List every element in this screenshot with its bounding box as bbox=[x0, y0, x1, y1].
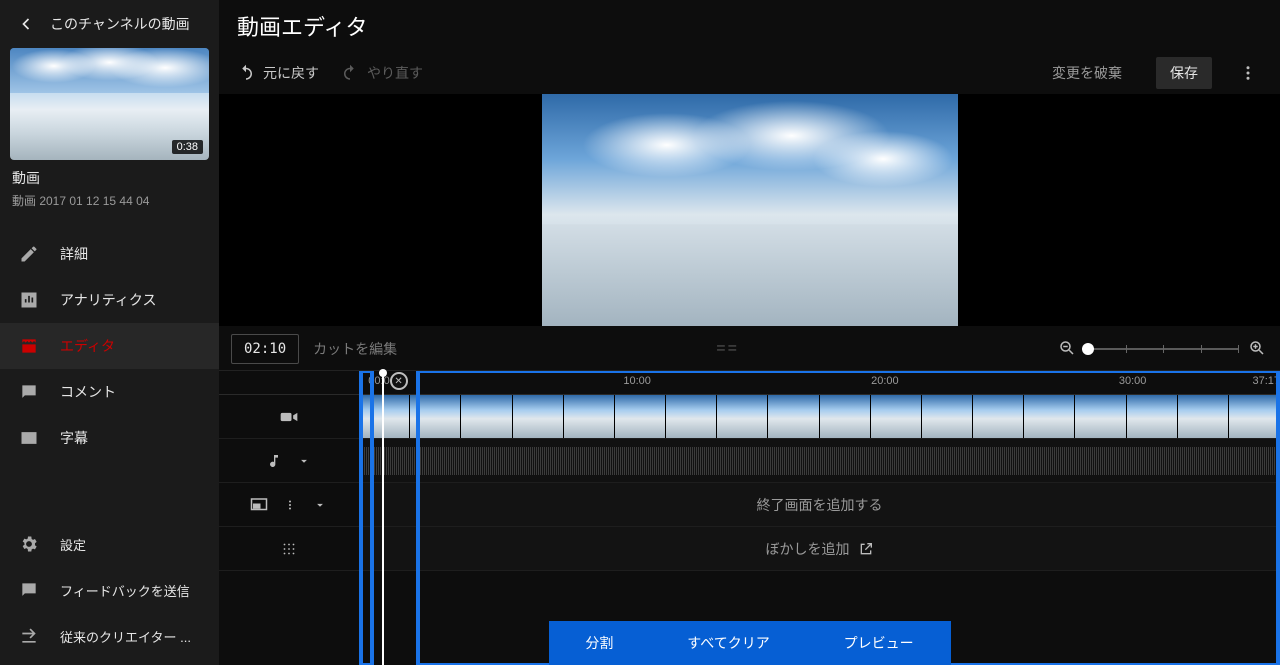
video-name: 動画 2017 01 12 15 44 04 bbox=[12, 192, 207, 209]
chart-icon bbox=[18, 289, 40, 311]
preview-button[interactable]: プレビュー bbox=[828, 633, 930, 653]
clear-all-button[interactable]: すべてクリア bbox=[671, 633, 785, 653]
ruler[interactable]: 00:00 10:00 20:00 30:00 37:17 ✕ bbox=[359, 371, 1280, 395]
action-bar: 分割 すべてクリア プレビュー bbox=[549, 621, 951, 665]
nav-label: アナリティクス bbox=[60, 290, 156, 310]
marker-close-icon[interactable]: ✕ bbox=[390, 372, 408, 390]
zoom-slider[interactable] bbox=[1088, 348, 1238, 350]
comment-icon bbox=[18, 381, 40, 403]
zoom-in-icon[interactable] bbox=[1248, 339, 1268, 359]
preview-stage bbox=[219, 94, 1280, 326]
gear-icon bbox=[18, 533, 40, 555]
split-button[interactable]: 分割 bbox=[569, 633, 629, 653]
feedback-icon bbox=[18, 579, 40, 601]
audio-track-icon bbox=[266, 452, 282, 470]
nav-label: フィードバックを送信 bbox=[60, 581, 190, 600]
blur-track[interactable]: ぼかしを追加 bbox=[359, 527, 1280, 571]
nav-label: 字幕 bbox=[60, 428, 88, 448]
open-external-icon[interactable] bbox=[858, 541, 874, 557]
duration-badge: 0:38 bbox=[172, 140, 203, 154]
nav-label: コメント bbox=[60, 382, 116, 402]
back-arrow-icon[interactable] bbox=[14, 12, 38, 36]
nav-legacy[interactable]: 従来のクリエイター ... bbox=[0, 613, 219, 659]
chevron-down-icon[interactable] bbox=[312, 498, 328, 512]
nav-settings[interactable]: 設定 bbox=[0, 521, 219, 567]
zoom-out-icon[interactable] bbox=[1058, 339, 1078, 359]
nav-feedback[interactable]: フィードバックを送信 bbox=[0, 567, 219, 613]
nav-analytics[interactable]: アナリティクス bbox=[0, 277, 219, 323]
editor-icon bbox=[18, 335, 40, 357]
more-menu-icon[interactable] bbox=[1234, 64, 1262, 82]
legacy-icon bbox=[18, 625, 40, 647]
video-preview[interactable] bbox=[542, 94, 958, 326]
more-vert-icon[interactable] bbox=[282, 498, 298, 512]
nav-label: 詳細 bbox=[60, 244, 88, 264]
playhead[interactable] bbox=[382, 371, 384, 665]
back-label: このチャンネルの動画 bbox=[50, 14, 190, 34]
video-track-icon bbox=[219, 395, 359, 439]
audio-track[interactable] bbox=[359, 439, 1280, 483]
video-track[interactable] bbox=[359, 395, 1280, 439]
timecode-box[interactable]: 02:10 bbox=[231, 334, 299, 364]
page-title: 動画エディタ bbox=[237, 10, 367, 42]
cut-edit-label: カットを編集 bbox=[313, 339, 397, 359]
video-label: 動画 bbox=[12, 168, 207, 188]
undo-button[interactable]: 元に戻す bbox=[237, 63, 319, 83]
pencil-icon bbox=[18, 243, 40, 265]
nav-subtitles[interactable]: 字幕 bbox=[0, 415, 219, 461]
nav-comments[interactable]: コメント bbox=[0, 369, 219, 415]
sidebar: このチャンネルの動画 0:38 動画 動画 2017 01 12 15 44 0… bbox=[0, 0, 219, 665]
nav-label: エディタ bbox=[60, 336, 115, 356]
nav-details[interactable]: 詳細 bbox=[0, 231, 219, 277]
video-thumbnail[interactable]: 0:38 bbox=[10, 48, 209, 160]
endscreen-track-icon bbox=[250, 497, 268, 513]
blur-track-icon bbox=[219, 527, 359, 571]
nav-label: 設定 bbox=[60, 535, 86, 554]
back-to-channel[interactable]: このチャンネルの動画 bbox=[0, 12, 219, 48]
redo-button[interactable]: やり直す bbox=[341, 63, 423, 83]
nav-label: 従来のクリエイター ... bbox=[60, 627, 191, 646]
panel-drag-handle[interactable]: == bbox=[411, 340, 1044, 358]
chevron-down-icon[interactable] bbox=[296, 454, 312, 468]
nav-editor[interactable]: エディタ bbox=[0, 323, 219, 369]
save-button[interactable]: 保存 bbox=[1156, 57, 1212, 89]
subtitles-icon bbox=[18, 427, 40, 449]
toolbar: 元に戻す やり直す 変更を破棄 保存 bbox=[219, 52, 1280, 94]
discard-button[interactable]: 変更を破棄 bbox=[1040, 57, 1134, 89]
endscreen-track[interactable]: 終了画面を追加する bbox=[359, 483, 1280, 527]
